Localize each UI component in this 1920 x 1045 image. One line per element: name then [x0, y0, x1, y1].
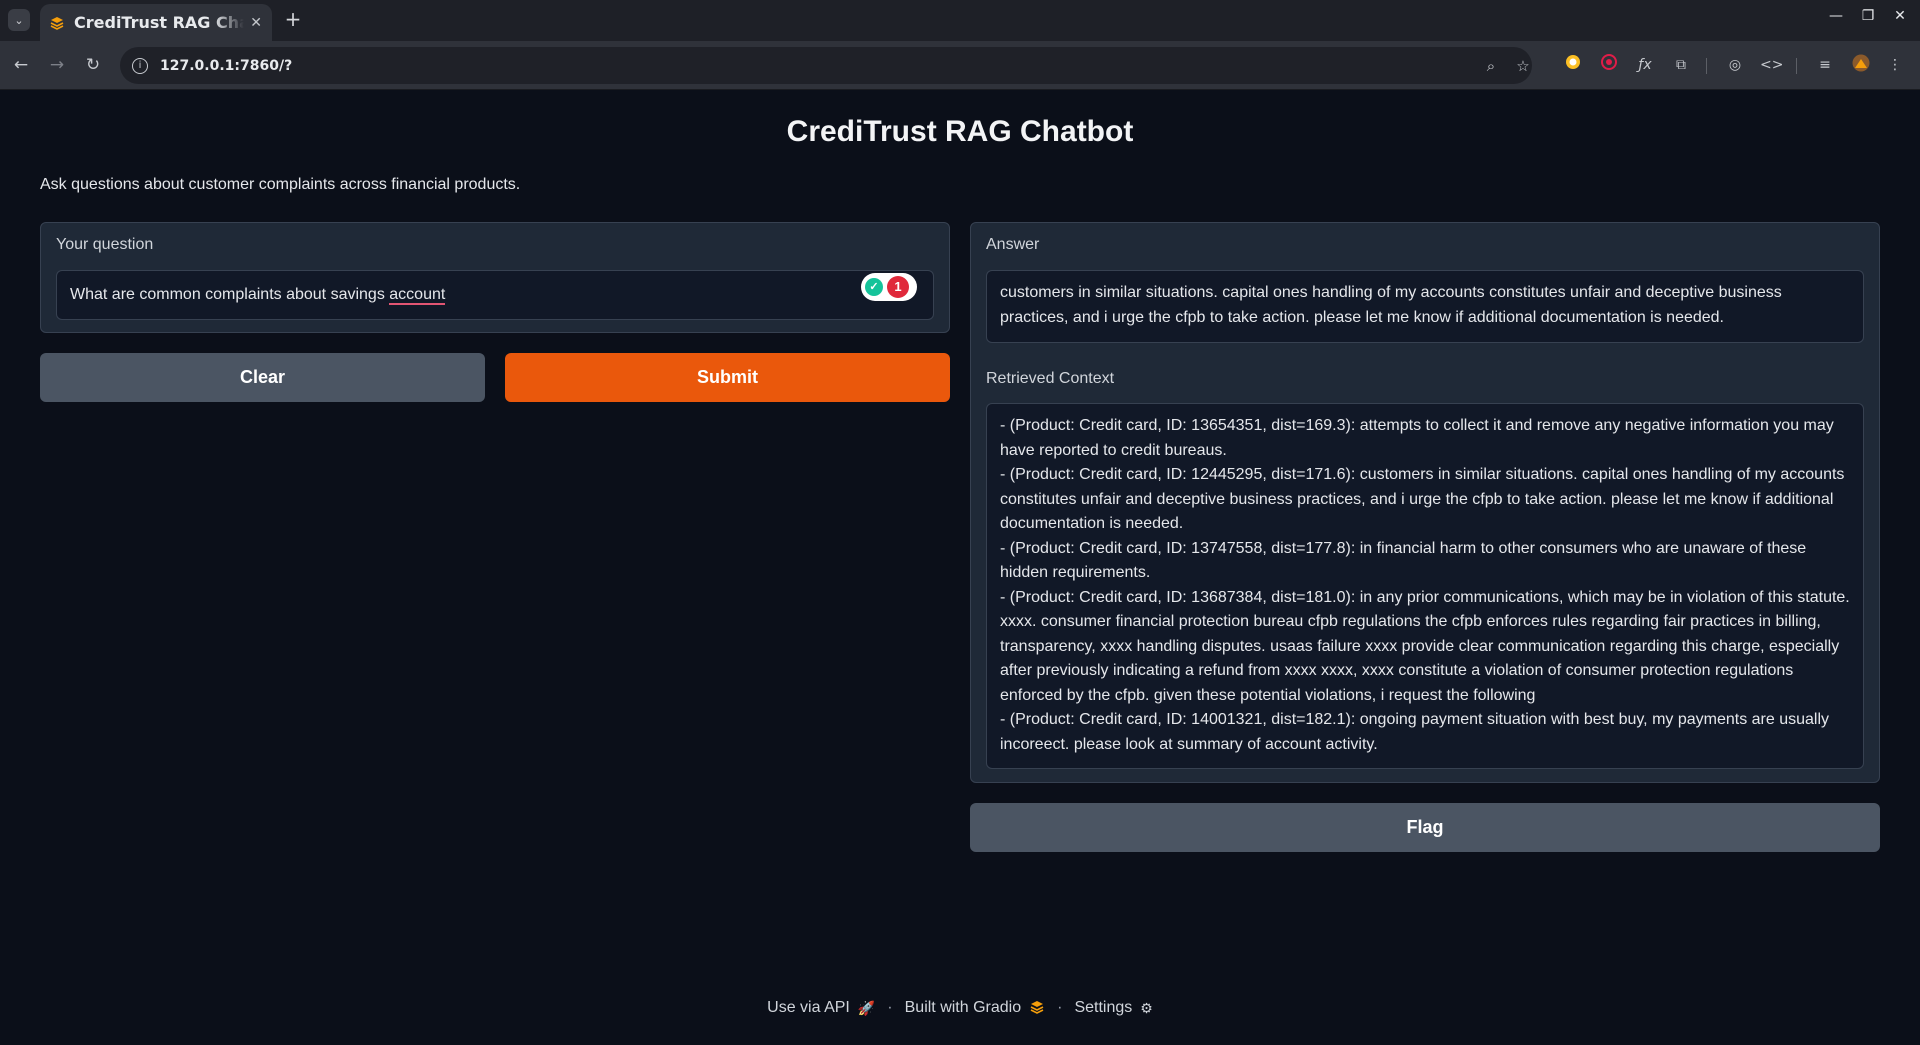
new-tab-icon[interactable]: +	[282, 8, 304, 32]
forward-icon[interactable]: →	[46, 54, 68, 76]
use-via-api-link[interactable]: Use via API	[767, 999, 850, 1017]
reading-list-icon[interactable]: ≡	[1814, 54, 1836, 76]
reload-icon[interactable]: ↻	[82, 54, 104, 76]
gradio-favicon-icon	[50, 16, 64, 30]
minimize-icon[interactable]: —	[1825, 8, 1847, 24]
site-info-icon[interactable]: i	[132, 57, 148, 74]
flag-button[interactable]: Flag	[970, 803, 1880, 852]
browser-tab[interactable]: CrediTrust RAG Chatbot ✕	[40, 4, 272, 41]
profile-avatar-icon[interactable]	[1850, 54, 1872, 76]
gradio-logo-icon	[1029, 1000, 1045, 1017]
bookmark-star-icon[interactable]: ☆	[1512, 55, 1534, 77]
question-panel: Your question What are common complaints…	[40, 222, 950, 333]
restore-icon[interactable]: ❐	[1857, 8, 1879, 24]
context-label: Retrieved Context	[986, 370, 1115, 387]
extension-chrome-icon[interactable]	[1562, 54, 1584, 76]
output-panel: Answer customers in similar situations. …	[970, 222, 1880, 783]
address-bar[interactable]: i 127.0.0.1:7860/? ⌕ ☆	[120, 47, 1532, 84]
rocket-icon: 🚀	[857, 999, 876, 1016]
tab-title: CrediTrust RAG Chatbot	[74, 13, 244, 32]
browser-toolbar: ← → ↻ i 127.0.0.1:7860/? ⌕ ☆ ƒx ⧉ ◎ <> ≡…	[0, 41, 1920, 90]
back-icon[interactable]: ←	[10, 54, 32, 76]
spelling-underlined-word[interactable]: account	[389, 286, 446, 305]
context-textbox[interactable]: - (Product: Credit card, ID: 13654351, d…	[986, 403, 1864, 769]
extension-record-icon[interactable]	[1598, 54, 1620, 76]
grammarly-widget[interactable]: ✓ 1	[861, 273, 917, 301]
browser-menu-icon[interactable]: ⋮	[1884, 54, 1906, 76]
settings-gear-icon: ⚙	[1140, 999, 1153, 1016]
tab-close-icon[interactable]: ✕	[250, 15, 262, 31]
answer-textbox[interactable]: customers in similar situations. capital…	[986, 270, 1864, 343]
tab-search-icon[interactable]: ⌄	[8, 9, 30, 31]
footer: Use via API 🚀 · Built with Gradio · Sett…	[767, 999, 1153, 1017]
window-close-icon[interactable]: ✕	[1889, 8, 1911, 24]
devtools-code-icon[interactable]: <>	[1760, 54, 1783, 76]
grammarly-count-badge: 1	[887, 276, 909, 298]
url-text: 127.0.0.1:7860/?	[160, 57, 293, 74]
page-description: Ask questions about customer complaints …	[40, 176, 521, 193]
page-title: CrediTrust RAG Chatbot	[786, 115, 1134, 148]
gradio-app: CrediTrust RAG Chatbot Ask questions abo…	[0, 91, 1920, 1045]
extensions-puzzle-icon[interactable]: ⧉	[1670, 54, 1692, 76]
browser-tab-bar: ⌄ CrediTrust RAG Chatbot ✕ + — ❐ ✕	[0, 0, 1920, 41]
built-with-gradio-link[interactable]: Built with Gradio	[905, 999, 1022, 1017]
settings-link[interactable]: Settings	[1074, 999, 1132, 1017]
grammarly-icon: ✓	[865, 278, 883, 296]
screenshot-icon[interactable]: ◎	[1724, 54, 1746, 76]
clear-button[interactable]: Clear	[40, 353, 485, 402]
question-label: Your question	[56, 236, 154, 253]
question-text: What are common complaints about savings	[70, 286, 390, 303]
answer-label: Answer	[986, 236, 1040, 253]
zoom-icon[interactable]: ⌕	[1480, 55, 1502, 77]
submit-button[interactable]: Submit	[505, 353, 950, 402]
question-input[interactable]: What are common complaints about savings…	[56, 270, 934, 320]
extension-formula-icon[interactable]: ƒx	[1634, 54, 1656, 76]
